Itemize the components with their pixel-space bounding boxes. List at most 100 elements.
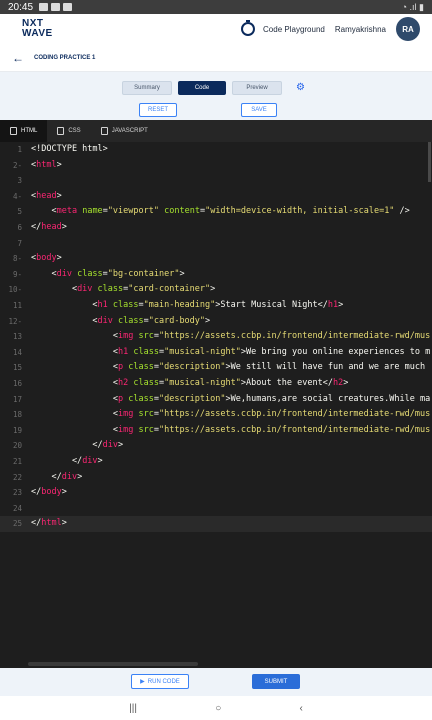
user-name: Ramyakrishna <box>334 24 386 34</box>
run-code-button[interactable]: ▶ RUN CODE <box>131 674 189 689</box>
submit-button[interactable]: SUBMIT <box>252 674 300 689</box>
html-file-icon <box>10 127 17 135</box>
line-number: 25 <box>12 519 22 529</box>
code-line[interactable]: 20 </div> <box>0 438 432 454</box>
home-icon[interactable]: ○ <box>215 703 221 714</box>
line-number: 20 <box>12 441 22 451</box>
line-number: 21 <box>12 457 22 466</box>
code-text: <div class="card-body"> <box>31 315 211 326</box>
page-title: CODING PRACTICE 1 <box>34 54 96 61</box>
code-line[interactable]: 25 </html> <box>0 516 432 532</box>
code-line[interactable]: 16 <h2 class="musical-night">About the e… <box>0 376 432 392</box>
horizontal-scrollbar[interactable] <box>28 662 198 666</box>
code-text: <h2 class="musical-night">About the even… <box>31 378 349 388</box>
avatar[interactable]: RA <box>396 17 420 41</box>
android-navigation-bar: ||| ○ ‹ <box>0 696 432 720</box>
youtube-notification-icon <box>51 3 61 11</box>
code-line[interactable]: 6 </head> <box>0 220 432 236</box>
line-number: 1 <box>17 145 22 154</box>
mail-notification-icon <box>63 3 73 11</box>
code-text: </div> <box>31 456 103 466</box>
line-number: 7 <box>17 238 22 248</box>
code-line[interactable]: 11 <h1 class="main-heading">Start Musica… <box>0 298 432 314</box>
code-line[interactable]: 5 <meta name="viewport" content="width=d… <box>0 204 432 220</box>
code-line[interactable]: 21 </div> <box>0 454 432 470</box>
line-number: 16 <box>12 379 22 388</box>
line-number: 17 <box>12 394 22 404</box>
code-text: <div class="card-container"> <box>31 284 216 295</box>
code-text: <p class="description">We,humans,are soc… <box>31 393 431 404</box>
javascript-file-icon <box>100 127 108 135</box>
code-line[interactable]: 12- <div class="card-body"> <box>0 314 432 330</box>
code-line[interactable]: 24 <box>0 501 432 517</box>
line-number: 13 <box>12 332 22 342</box>
code-text: <img src="https://assets.ccbp.in/fronten… <box>31 424 431 435</box>
tab-summary[interactable]: Summary <box>122 81 172 95</box>
code-text: <h1 class="musical-night">We bring you o… <box>31 346 431 357</box>
breadcrumb: ← CODING PRACTICE 1 <box>0 44 432 72</box>
tab-html[interactable]: HTML <box>0 120 48 142</box>
line-number: 23 <box>12 488 22 498</box>
code-text: <p class="description">We still will hav… <box>31 362 426 373</box>
code-line[interactable]: 1 <!DOCTYPE html> <box>0 142 432 158</box>
line-number: 15 <box>12 363 22 373</box>
code-line[interactable]: 13 <img src="https://assets.ccbp.in/fron… <box>0 329 432 345</box>
line-number: 22 <box>12 472 22 482</box>
view-toolbar: Summary Code Preview ⚙ RESET SAVE <box>0 72 432 120</box>
arrow-left-icon[interactable]: ← <box>12 51 24 65</box>
code-text: <h1 class="main-heading">Start Musical N… <box>31 300 344 310</box>
nxtwave-logo[interactable]: NXT WAVE <box>22 19 53 39</box>
code-text: <img src="https://assets.ccbp.in/fronten… <box>31 409 431 420</box>
tab-javascript[interactable]: JAVASCRIPT <box>91 120 158 142</box>
save-button[interactable]: SAVE <box>241 103 277 117</box>
line-number: 19 <box>12 425 22 435</box>
code-line[interactable]: 10- <div class="card-container"> <box>0 282 432 298</box>
line-number: 8- <box>12 254 22 264</box>
code-line[interactable]: 15 <p class="description">We still will … <box>0 360 432 376</box>
line-number: 9- <box>12 269 22 279</box>
code-line[interactable]: 2- <html> <box>0 158 432 174</box>
code-line[interactable]: 17 <p class="description">We,humans,are … <box>0 392 432 408</box>
code-text: <body> <box>31 253 62 264</box>
code-line[interactable]: 7 <box>0 236 432 252</box>
run-code-label: RUN CODE <box>147 678 180 685</box>
code-text: </div> <box>31 440 124 451</box>
logo-line-2: WAVE <box>22 28 53 39</box>
code-text: <html> <box>31 159 62 170</box>
device-status-bar: 20:45 ◔ .ıl ▮ <box>0 0 432 14</box>
gear-icon[interactable]: ⚙ <box>296 83 306 93</box>
code-line[interactable]: 18 <img src="https://assets.ccbp.in/fron… <box>0 407 432 423</box>
tab-preview[interactable]: Preview <box>232 81 282 95</box>
line-number: 18 <box>12 410 22 420</box>
line-number: 10- <box>8 285 22 295</box>
code-text: </body> <box>31 487 67 498</box>
line-number: 6 <box>17 223 22 232</box>
reset-button[interactable]: RESET <box>139 103 177 117</box>
code-playground-link[interactable]: Code Playground <box>263 25 325 34</box>
tab-css[interactable]: CSS <box>47 120 90 142</box>
line-number: 4- <box>12 191 22 201</box>
code-line[interactable]: 14 <h1 class="musical-night">We bring yo… <box>0 345 432 361</box>
code-line[interactable]: 3 <box>0 173 432 189</box>
css-file-icon <box>57 127 65 135</box>
code-text: <!DOCTYPE html> <box>31 144 108 154</box>
code-line[interactable]: 22 </div> <box>0 470 432 486</box>
code-line[interactable]: 8- <body> <box>0 251 432 267</box>
code-line[interactable]: 19 <img src="https://assets.ccbp.in/fron… <box>0 423 432 439</box>
code-line[interactable]: 4- <head> <box>0 189 432 205</box>
code-text: </head> <box>31 222 67 232</box>
view-tabs: Summary Code Preview <box>122 81 282 95</box>
bottom-action-bar: ▶ RUN CODE SUBMIT <box>0 668 432 696</box>
code-editor[interactable]: 1 <!DOCTYPE html> 2- <html> 3 4- <head> 5 <meta… <box>0 142 432 668</box>
recents-icon[interactable]: ||| <box>129 703 137 714</box>
tab-code[interactable]: Code <box>178 81 226 95</box>
stopwatch-icon <box>241 20 256 36</box>
code-line[interactable]: 23 </body> <box>0 485 432 501</box>
code-line[interactable]: 9- <div class="bg-container"> <box>0 267 432 283</box>
back-icon[interactable]: ‹ <box>300 703 303 714</box>
status-time: 20:45 <box>8 1 34 13</box>
line-number: 11 <box>12 301 22 310</box>
tab-html-label: HTML <box>21 128 38 134</box>
status-indicators: ◔ .ıl ▮ <box>401 1 424 12</box>
play-icon: ▶ <box>140 679 145 685</box>
